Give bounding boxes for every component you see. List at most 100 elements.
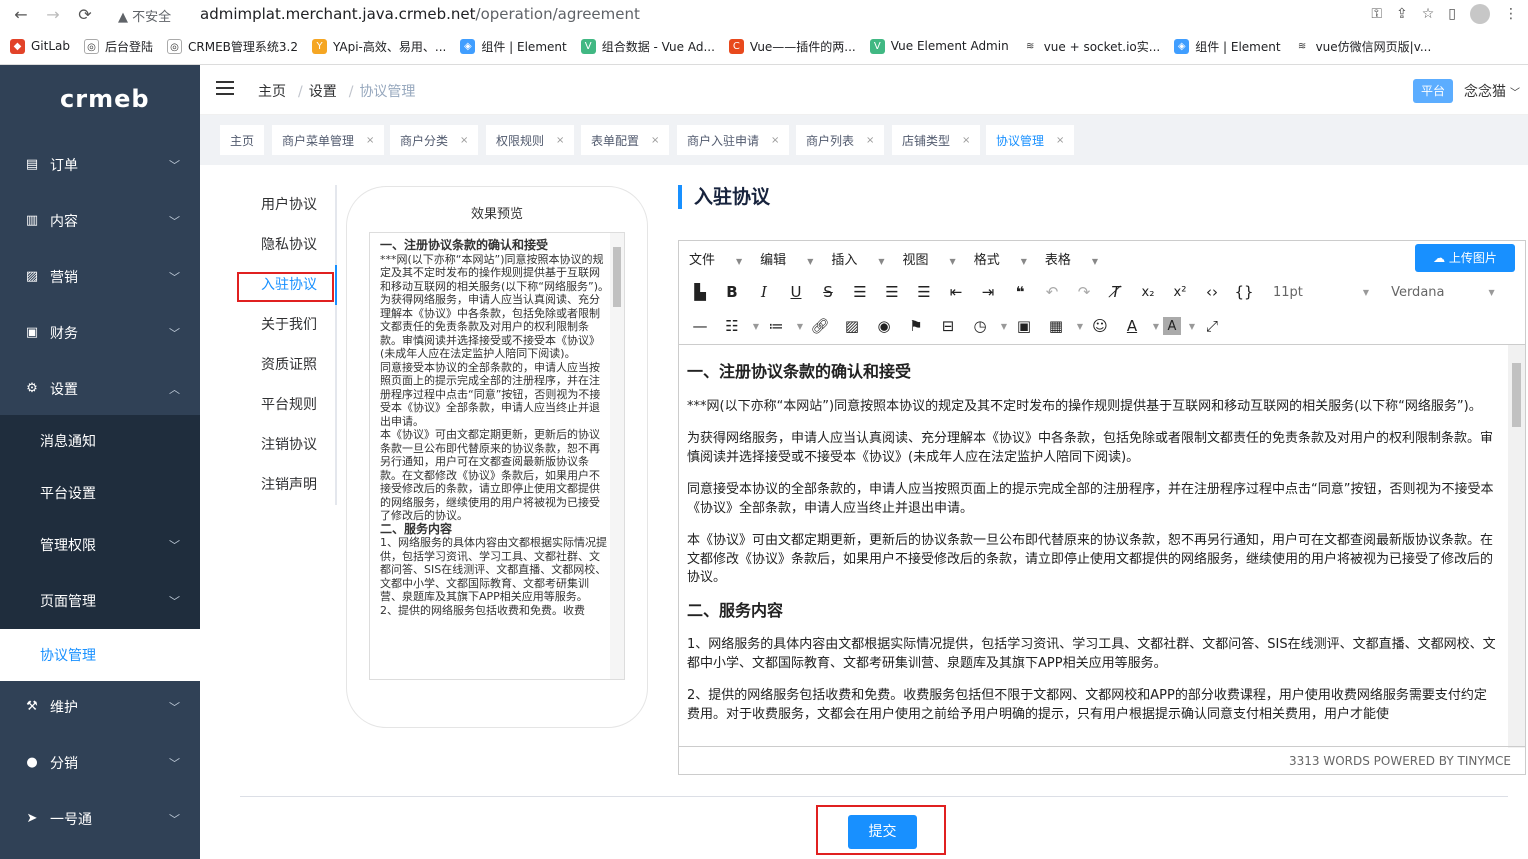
- star-icon[interactable]: ☆: [1422, 6, 1435, 22]
- scroll-thumb[interactable]: [1512, 363, 1521, 427]
- upload-image-button[interactable]: ☁ 上传图片: [1415, 244, 1515, 272]
- sidebar-item-platform-settings[interactable]: 平台设置: [0, 467, 200, 519]
- tab-merchant-apply[interactable]: 商户入驻申请 ×: [677, 125, 790, 155]
- sidebar-item-page-management[interactable]: 页面管理 ﹀: [0, 575, 200, 627]
- sidepanel-icon[interactable]: ▯: [1448, 6, 1456, 22]
- user-menu[interactable]: 念念猫 ﹀: [1464, 81, 1520, 101]
- close-icon[interactable]: ×: [366, 135, 374, 146]
- close-icon[interactable]: ×: [1056, 135, 1064, 146]
- reload-icon[interactable]: ⟳: [74, 4, 96, 26]
- caret-icon[interactable]: ▼: [795, 313, 805, 339]
- tab-qualifications[interactable]: 资质证照: [236, 345, 336, 385]
- pagebreak-icon[interactable]: ⊟: [935, 313, 961, 339]
- bookmark-item[interactable]: ≋ vue仿微信网页版|v...: [1294, 38, 1431, 55]
- image-icon[interactable]: ▨: [839, 313, 865, 339]
- clear-format-icon[interactable]: T̸: [1103, 279, 1129, 305]
- background-color-icon[interactable]: A: [1163, 317, 1181, 335]
- caret-icon[interactable]: ▼: [999, 313, 1009, 339]
- table-icon[interactable]: ▦: [1043, 313, 1069, 339]
- tab-merchant-list[interactable]: 商户列表 ×: [796, 125, 885, 155]
- menu-insert[interactable]: 插入 ▼: [831, 249, 884, 268]
- bookmark-item[interactable]: ≋ vue + socket.io实...: [1022, 38, 1160, 55]
- caret-icon[interactable]: ▼: [1075, 313, 1085, 339]
- bookmark-item[interactable]: V 组合数据 - Vue Ad...: [580, 38, 715, 55]
- text-color-icon[interactable]: A: [1119, 313, 1145, 339]
- menu-edit[interactable]: 编辑 ▼: [760, 249, 813, 268]
- font-size-select[interactable]: 11pt ▼: [1273, 285, 1369, 300]
- forward-icon[interactable]: →: [42, 4, 64, 26]
- superscript-icon[interactable]: x²: [1167, 279, 1193, 305]
- menu-toggle-icon[interactable]: [216, 81, 234, 97]
- format-painter-icon[interactable]: ▙: [687, 279, 713, 305]
- close-icon[interactable]: ×: [962, 135, 970, 146]
- tab-merchant-menu[interactable]: 商户菜单管理 ×: [272, 125, 385, 155]
- tab-cancel-statement[interactable]: 注销声明: [236, 465, 336, 505]
- tab-platform-rules[interactable]: 平台规则: [236, 385, 336, 425]
- url-bar[interactable]: admimplat.merchant.java.crmeb.net/operat…: [200, 5, 640, 23]
- outdent-icon[interactable]: ⇤: [943, 279, 969, 305]
- close-icon[interactable]: ×: [771, 135, 779, 146]
- align-center-icon[interactable]: ☰: [879, 279, 905, 305]
- back-icon[interactable]: ←: [10, 4, 32, 26]
- sidebar-item-content[interactable]: ▥ 内容 ﹀: [0, 193, 200, 249]
- media-icon[interactable]: ▣: [1011, 313, 1037, 339]
- bookmark-item[interactable]: ◈ 组件 | Element: [1174, 38, 1281, 55]
- tab-privacy-agreement[interactable]: 隐私协议: [236, 225, 336, 265]
- close-icon[interactable]: ×: [556, 135, 564, 146]
- italic-icon[interactable]: I: [751, 279, 777, 305]
- profile-avatar[interactable]: [1470, 4, 1490, 24]
- bookmark-item[interactable]: ◈ 组件 | Element: [460, 38, 567, 55]
- editor-body[interactable]: 一、注册协议条款的确认和接受 ***网(以下亦称“本网站”)同意按照本协议的规定…: [679, 344, 1525, 748]
- close-icon[interactable]: ×: [460, 135, 468, 146]
- menu-table[interactable]: 表格 ▼: [1045, 249, 1098, 268]
- undo-icon[interactable]: ↶: [1039, 279, 1065, 305]
- scroll-thumb[interactable]: [613, 247, 621, 307]
- horizontal-rule-icon[interactable]: —: [687, 313, 713, 339]
- logo[interactable]: crmeb: [60, 85, 150, 113]
- sidebar-item-maintenance[interactable]: ⚒ 维护 ﹀: [0, 679, 200, 735]
- tab-agreement[interactable]: 协议管理 ×: [986, 125, 1075, 155]
- close-icon[interactable]: ×: [866, 135, 874, 146]
- align-left-icon[interactable]: ☰: [847, 279, 873, 305]
- tab-about-us[interactable]: 关于我们: [236, 305, 336, 345]
- sidebar-item-notifications[interactable]: 消息通知: [0, 415, 200, 467]
- caret-icon[interactable]: ▼: [1151, 313, 1161, 339]
- bookmark-item[interactable]: C Vue——插件的两...: [728, 38, 856, 55]
- menu-format[interactable]: 格式 ▼: [974, 249, 1027, 268]
- tab-home[interactable]: 主页: [220, 125, 265, 155]
- tab-permission-rules[interactable]: 权限规则 ×: [486, 125, 575, 155]
- preview-icon[interactable]: ◉: [871, 313, 897, 339]
- redo-icon[interactable]: ↷: [1071, 279, 1097, 305]
- preview-scrollbox[interactable]: 一、注册协议条款的确认和接受 ***网(以下亦称“本网站”)同意按照本协议的规定…: [369, 232, 625, 680]
- bookmark-item[interactable]: ◆ GitLab: [10, 38, 70, 54]
- sidebar-item-settings[interactable]: ⚙ 设置 ︿: [0, 361, 200, 417]
- tab-user-agreement[interactable]: 用户协议: [236, 185, 336, 225]
- codesample-icon[interactable]: {}: [1231, 279, 1257, 305]
- code-icon[interactable]: ‹›: [1199, 279, 1225, 305]
- emoticons-icon[interactable]: ☺: [1087, 313, 1113, 339]
- numbered-list-icon[interactable]: ≔: [763, 313, 789, 339]
- share-icon[interactable]: ⇪: [1396, 6, 1408, 22]
- sidebar-item-agreement-management[interactable]: 协议管理: [0, 629, 200, 681]
- bookmark-item[interactable]: ◎ 后台登陆: [84, 38, 153, 55]
- bold-icon[interactable]: B: [719, 279, 745, 305]
- sidebar-item-finance[interactable]: ▣ 财务 ﹀: [0, 305, 200, 361]
- bullet-list-icon[interactable]: ☷: [719, 313, 745, 339]
- menu-view[interactable]: 视图 ▼: [903, 249, 956, 268]
- align-right-icon[interactable]: ☰: [911, 279, 937, 305]
- bookmark-item[interactable]: V Vue Element Admin: [869, 38, 1009, 54]
- bookmark-icon[interactable]: ⚑: [903, 313, 929, 339]
- sidebar-item-yihaotong[interactable]: ➤ 一号通 ﹀: [0, 791, 200, 847]
- blockquote-icon[interactable]: ❝: [1007, 279, 1033, 305]
- caret-icon[interactable]: ▼: [751, 313, 761, 339]
- tab-form-config[interactable]: 表单配置 ×: [581, 125, 670, 155]
- insecure-label[interactable]: ▲ 不安全: [118, 6, 171, 25]
- bookmark-item[interactable]: ◎ CRMEB管理系统3.2: [167, 38, 298, 55]
- tab-merchant-category[interactable]: 商户分类 ×: [390, 125, 479, 155]
- close-icon[interactable]: ×: [651, 135, 659, 146]
- tab-cancel-agreement[interactable]: 注销协议: [236, 425, 336, 465]
- bookmark-item[interactable]: Y YApi-高效、易用、...: [312, 38, 446, 55]
- editor-scrollbar[interactable]: [1508, 345, 1525, 748]
- breadcrumb-settings[interactable]: 设置: [309, 84, 337, 100]
- more-icon[interactable]: ⋮: [1504, 6, 1518, 22]
